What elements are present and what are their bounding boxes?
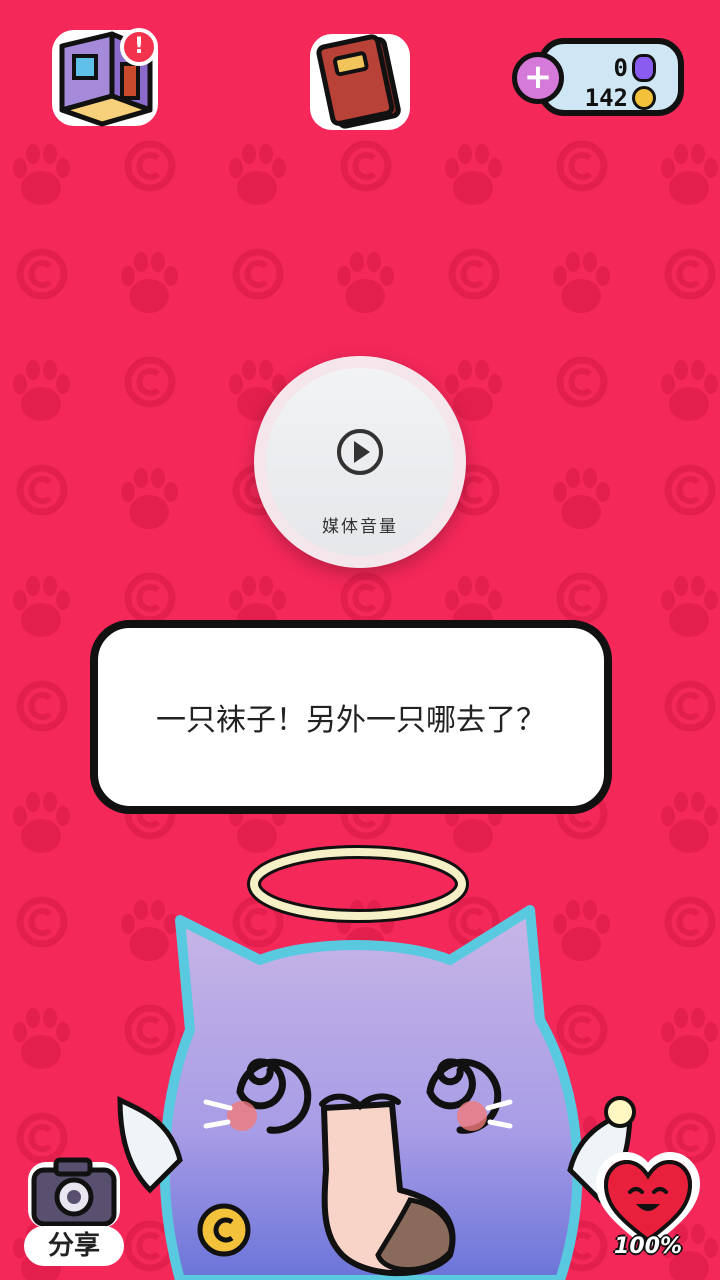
- media-volume-overlay[interactable]: 媒体音量: [254, 356, 466, 568]
- paw-mark: [553, 468, 610, 529]
- coin-mark: [20, 684, 64, 728]
- coin-mark: [20, 252, 64, 296]
- collar-coin-icon: [197, 1203, 251, 1257]
- coin-count: 142: [584, 84, 628, 112]
- add-currency-button[interactable]: +: [512, 52, 564, 104]
- room-button[interactable]: !: [50, 26, 162, 130]
- alert-badge-text: !: [133, 34, 145, 59]
- coin-mark: [560, 144, 604, 188]
- right-cheek: [457, 1101, 487, 1131]
- dialog-text: 一只袜子！另外一只哪去了？: [156, 703, 546, 738]
- coin-mark: [668, 684, 712, 728]
- share-button[interactable]: 分享: [18, 1150, 130, 1268]
- paw-mark: [337, 252, 394, 313]
- paw-mark: [121, 468, 178, 529]
- coin-mark: [668, 252, 712, 296]
- camera-icon: [28, 1157, 120, 1228]
- add-currency-label: +: [523, 57, 553, 97]
- halo: [247, 845, 469, 923]
- alert-badge: !: [120, 28, 158, 66]
- health-percent: 100%: [614, 1234, 682, 1259]
- paw-mark: [661, 144, 718, 205]
- paw-mark: [661, 576, 718, 637]
- media-volume-inner: 媒体音量: [266, 368, 454, 556]
- coin-mark: [344, 144, 388, 188]
- coin-mark: [128, 576, 172, 620]
- sparkle: [604, 1096, 636, 1128]
- currency-panel: 0 142 +: [512, 34, 684, 118]
- cat-character[interactable]: [110, 840, 670, 1280]
- paw-mark: [229, 144, 286, 205]
- book-button[interactable]: [306, 28, 416, 134]
- left-cheek: [227, 1101, 257, 1131]
- paw-mark: [661, 360, 718, 421]
- coin-mark: [128, 360, 172, 404]
- coin-mark: [668, 900, 712, 944]
- coin-mark: [128, 144, 172, 188]
- coin-mark: [560, 576, 604, 620]
- coin-icon: [632, 86, 656, 110]
- coin-mark: [20, 900, 64, 944]
- media-volume-label: 媒体音量: [322, 517, 398, 537]
- gem-row: 0: [614, 54, 656, 82]
- speech-bubble[interactable]: 一只袜子！另外一只哪去了？: [90, 620, 612, 814]
- coin-row: 142: [585, 84, 656, 112]
- paw-mark: [445, 144, 502, 205]
- coin-mark: [344, 576, 388, 620]
- paw-mark: [13, 144, 70, 205]
- book-icon: [310, 34, 410, 130]
- gem-count: 0: [613, 54, 628, 82]
- coin-mark: [560, 360, 604, 404]
- coin-mark: [668, 468, 712, 512]
- gem-icon: [632, 54, 656, 82]
- share-label: 分享: [24, 1226, 124, 1266]
- coin-mark: [452, 252, 496, 296]
- paw-mark: [13, 1008, 70, 1069]
- paw-mark: [121, 252, 178, 313]
- paw-mark: [13, 360, 70, 421]
- paw-mark: [13, 576, 70, 637]
- coin-mark: [20, 468, 64, 512]
- coin-mark: [236, 252, 280, 296]
- paw-mark: [553, 252, 610, 313]
- paw-mark: [13, 792, 70, 853]
- health-heart-button[interactable]: 100%: [596, 1152, 700, 1262]
